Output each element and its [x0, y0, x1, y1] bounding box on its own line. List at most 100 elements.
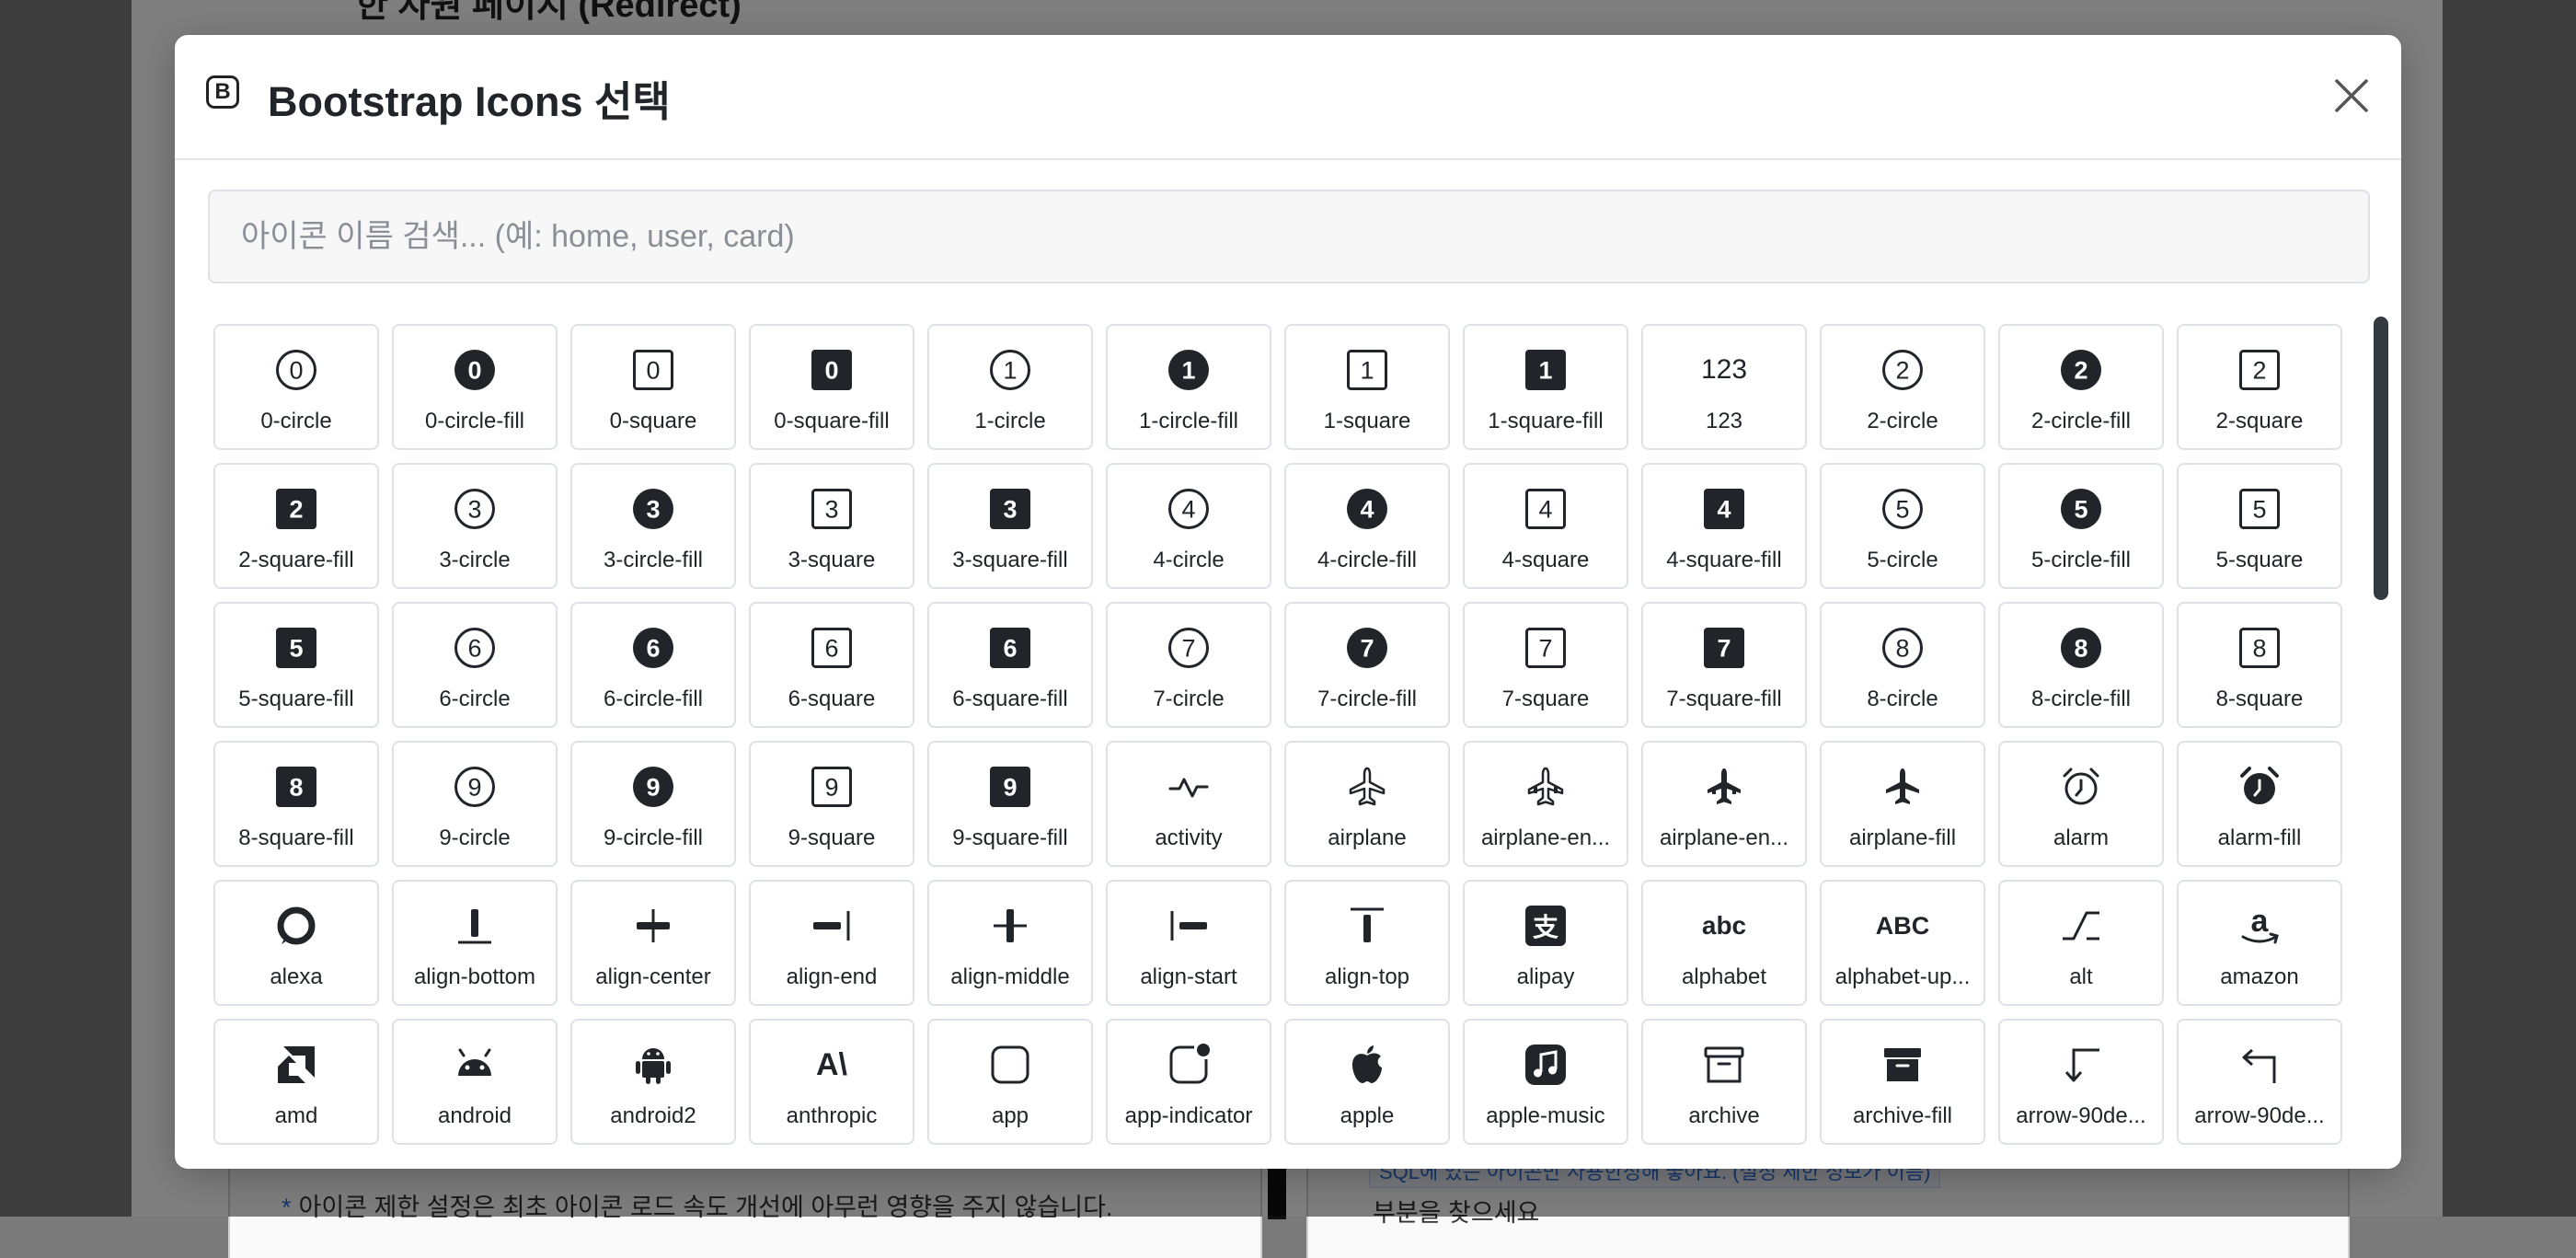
icon-tile-8-circle[interactable]: 8 8-circle	[1820, 602, 1985, 728]
icon-tile-8-square[interactable]: 8 8-square	[2177, 602, 2342, 728]
icon-tile-airplane-fill[interactable]: airplane-fill	[1820, 741, 1985, 867]
icon-tile-align-bottom[interactable]: align-bottom	[392, 880, 558, 1006]
icon-tile-8-square-fill[interactable]: 8 8-square-fill	[213, 741, 379, 867]
icon-tile-1-square[interactable]: 1 1-square	[1284, 324, 1450, 450]
icon-tile-android[interactable]: android	[392, 1019, 558, 1145]
icon-search-input[interactable]	[208, 190, 2370, 283]
icon-tile-label: align-start	[1140, 964, 1237, 989]
icon-tile-label: 6-square-fill	[952, 687, 1068, 711]
icon-tile-0-square-fill[interactable]: 0 0-square-fill	[749, 324, 914, 450]
icon-tile-alphabet-uppercase[interactable]: ABC alphabet-up...	[1820, 880, 1985, 1006]
icon-tile-3-square[interactable]: 3 3-square	[749, 463, 914, 589]
icon-tile-5-square-fill[interactable]: 5 5-square-fill	[213, 602, 379, 728]
6-square-fill-icon: 6	[955, 622, 1065, 674]
icon-tile-alphabet[interactable]: abc alphabet	[1641, 880, 1807, 1006]
icon-tile-6-circle-fill[interactable]: 6 6-circle-fill	[570, 602, 736, 728]
app-indicator-icon-glyph	[1169, 1044, 1210, 1084]
icon-tile-9-circle[interactable]: 9 9-circle	[392, 741, 558, 867]
icon-tile-6-square-fill[interactable]: 6 6-square-fill	[927, 602, 1093, 728]
icon-tile-5-circle-fill[interactable]: 5 5-circle-fill	[1998, 463, 2164, 589]
icon-tile-apple-music[interactable]: apple-music	[1463, 1019, 1628, 1145]
align-start-icon-glyph	[1170, 911, 1207, 941]
6-circle-icon-glyph: 6	[454, 628, 495, 668]
icon-tile-0-circle[interactable]: 0 0-circle	[213, 324, 379, 450]
icon-tile-anthropic[interactable]: A\ anthropic	[749, 1019, 914, 1145]
icon-tile-9-circle-fill[interactable]: 9 9-circle-fill	[570, 741, 736, 867]
icon-tile-archive[interactable]: archive	[1641, 1019, 1807, 1145]
icon-tile-7-square[interactable]: 7 7-square	[1463, 602, 1628, 728]
2-circle-fill-icon-glyph: 2	[2061, 350, 2101, 390]
close-icon	[2335, 79, 2368, 112]
icon-tile-arrow-90deg-down[interactable]: arrow-90de...	[1998, 1019, 2164, 1145]
icon-tile-9-square[interactable]: 9 9-square	[749, 741, 914, 867]
icon-tile-1-circle[interactable]: 1 1-circle	[927, 324, 1093, 450]
icon-tile-3-circle[interactable]: 3 3-circle	[392, 463, 558, 589]
icon-tile-6-circle[interactable]: 6 6-circle	[392, 602, 558, 728]
icon-tile-archive-fill[interactable]: archive-fill	[1820, 1019, 1985, 1145]
icon-tile-0-circle-fill[interactable]: 0 0-circle-fill	[392, 324, 558, 450]
4-circle-fill-icon-glyph: 4	[1347, 489, 1387, 529]
icon-tile-4-circle-fill[interactable]: 4 4-circle-fill	[1284, 463, 1450, 589]
icon-tile-app-indicator[interactable]: app-indicator	[1106, 1019, 1271, 1145]
icon-tile-7-circle-fill[interactable]: 7 7-circle-fill	[1284, 602, 1450, 728]
scrollbar[interactable]	[2372, 317, 2390, 1169]
icon-tile-3-circle-fill[interactable]: 3 3-circle-fill	[570, 463, 736, 589]
icon-tile-align-end[interactable]: align-end	[749, 880, 914, 1006]
icon-tile-align-top[interactable]: align-top	[1284, 880, 1450, 1006]
icon-tile-123[interactable]: 123 123	[1641, 324, 1807, 450]
icon-tile-label: 4-square-fill	[1666, 548, 1782, 572]
icon-tile-alarm-fill[interactable]: alarm-fill	[2177, 741, 2342, 867]
icon-tile-2-square-fill[interactable]: 2 2-square-fill	[213, 463, 379, 589]
icon-tile-label: 3-square-fill	[952, 548, 1068, 572]
icon-tile-3-square-fill[interactable]: 3 3-square-fill	[927, 463, 1093, 589]
icon-tile-label: 9-square-fill	[952, 825, 1068, 850]
icon-tile-alexa[interactable]: alexa	[213, 880, 379, 1006]
icon-tile-7-square-fill[interactable]: 7 7-square-fill	[1641, 602, 1807, 728]
icon-tile-amazon[interactable]: a amazon	[2177, 880, 2342, 1006]
icon-tile-8-circle-fill[interactable]: 8 8-circle-fill	[1998, 602, 2164, 728]
icon-tile-activity[interactable]: activity	[1106, 741, 1271, 867]
icon-tile-android2[interactable]: android2	[570, 1019, 736, 1145]
icon-tile-4-square[interactable]: 4 4-square	[1463, 463, 1628, 589]
icon-tile-airplane-engines-fill[interactable]: airplane-en...	[1641, 741, 1807, 867]
icon-tile-align-center[interactable]: align-center	[570, 880, 736, 1006]
9-circle-icon-glyph: 9	[454, 767, 495, 807]
close-button[interactable]	[2329, 74, 2374, 118]
icon-tile-0-square[interactable]: 0 0-square	[570, 324, 736, 450]
icon-tile-label: 6-square	[788, 687, 876, 711]
6-circle-icon: 6	[420, 622, 530, 674]
icon-tile-7-circle[interactable]: 7 7-circle	[1106, 602, 1271, 728]
icon-tile-label: anthropic	[786, 1103, 878, 1128]
align-center-icon-glyph	[637, 909, 670, 942]
icon-tile-airplane-engines[interactable]: airplane-en...	[1463, 741, 1628, 867]
icon-tile-4-circle[interactable]: 4 4-circle	[1106, 463, 1271, 589]
icon-tile-alipay[interactable]: 支 alipay	[1463, 880, 1628, 1006]
icon-tile-label: 4-circle-fill	[1317, 548, 1417, 572]
icon-tile-5-circle[interactable]: 5 5-circle	[1820, 463, 1985, 589]
alipay-icon-glyph: 支	[1525, 906, 1566, 946]
icon-tile-align-middle[interactable]: align-middle	[927, 880, 1093, 1006]
icon-tile-arrow-90deg-left[interactable]: arrow-90de...	[2177, 1019, 2342, 1145]
airplane-engines-icon	[1490, 761, 1601, 813]
icon-tile-1-square-fill[interactable]: 1 1-square-fill	[1463, 324, 1628, 450]
icon-tile-alt[interactable]: alt	[1998, 880, 2164, 1006]
9-circle-fill-icon: 9	[598, 761, 708, 813]
icon-tile-2-square[interactable]: 2 2-square	[2177, 324, 2342, 450]
apple-music-icon-glyph	[1525, 1044, 1566, 1085]
icon-tile-6-square[interactable]: 6 6-square	[749, 602, 914, 728]
icon-tile-amd[interactable]: amd	[213, 1019, 379, 1145]
alexa-icon-glyph	[277, 906, 316, 945]
icon-tile-align-start[interactable]: align-start	[1106, 880, 1271, 1006]
icon-tile-apple[interactable]: apple	[1284, 1019, 1450, 1145]
icon-tile-2-circle[interactable]: 2 2-circle	[1820, 324, 1985, 450]
icon-tile-1-circle-fill[interactable]: 1 1-circle-fill	[1106, 324, 1271, 450]
icon-tile-app[interactable]: app	[927, 1019, 1093, 1145]
icon-tile-alarm[interactable]: alarm	[1998, 741, 2164, 867]
icon-tile-9-square-fill[interactable]: 9 9-square-fill	[927, 741, 1093, 867]
icon-tile-5-square[interactable]: 5 5-square	[2177, 463, 2342, 589]
scrollbar-thumb[interactable]	[2374, 317, 2388, 600]
icon-tile-airplane[interactable]: airplane	[1284, 741, 1450, 867]
svg-text:3: 3	[467, 496, 481, 524]
icon-tile-2-circle-fill[interactable]: 2 2-circle-fill	[1998, 324, 2164, 450]
icon-tile-4-square-fill[interactable]: 4 4-square-fill	[1641, 463, 1807, 589]
